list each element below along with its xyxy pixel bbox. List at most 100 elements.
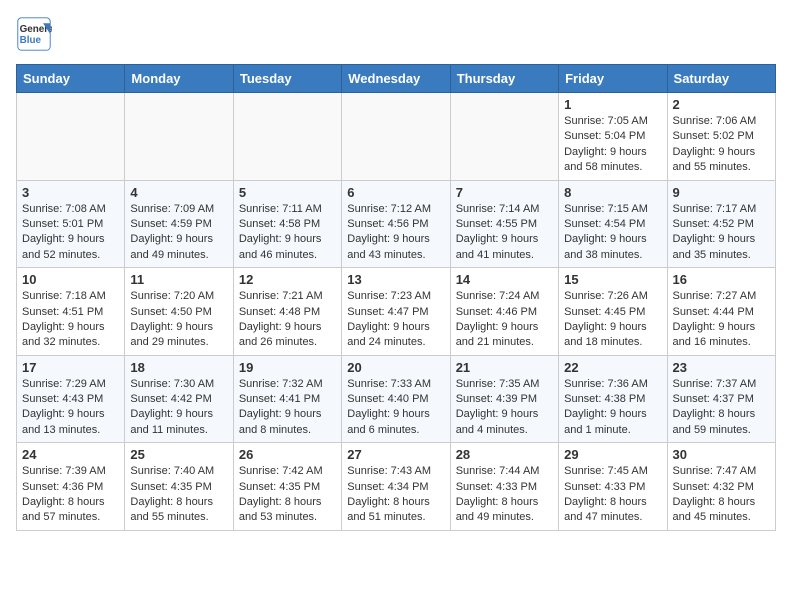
day-info: Sunrise: 7:43 AM Sunset: 4:34 PM Dayligh… [347,464,444,526]
calendar-cell: 11Sunrise: 7:20 AM Sunset: 4:50 PM Dayli… [125,268,233,356]
calendar-cell: 3 Sunrise: 7:08 AM Sunset: 5:01 PM Daylig… [17,180,125,268]
day-info: Sunrise: 7:26 AM Sunset: 4:45 PM Dayligh… [564,289,661,351]
day-number: 24 [22,447,119,462]
calendar-cell: 2Sunrise: 7:06 AM Sunset: 5:02 PM Daylig… [667,93,775,181]
week-row-1: 1 Sunrise: 7:05 AM Sunset: 5:04 PM Daylig… [17,93,776,181]
day-number: 18 [130,360,227,375]
week-row-3: 10 Sunrise: 7:18 AM Sunset: 4:51 PM Dayli… [17,268,776,356]
calendar-cell: 29 Sunrise: 7:45 AM Sunset: 4:33 PM Dayli… [559,443,667,531]
calendar-cell: 18 Sunrise: 7:30 AM Sunset: 4:42 PM Dayli… [125,355,233,443]
day-info: Sunrise: 7:45 AM Sunset: 4:33 PM Dayligh… [564,464,661,526]
calendar-cell: 14 Sunrise: 7:24 AM Sunset: 4:46 PM Dayli… [450,268,558,356]
day-number: 8 [564,185,661,200]
weekday-monday: Monday [125,65,233,93]
calendar: SundayMondayTuesdayWednesdayThursdayFrid… [16,64,776,531]
day-info: Sunrise: 7:33 AM Sunset: 4:40 PM Dayligh… [347,377,444,439]
day-number: 3 [22,185,119,200]
day-info: Sunrise: 7:47 AM Sunset: 4:32 PM Dayligh… [673,464,770,526]
day-info: Sunrise: 7:05 AM Sunset: 5:04 PM Dayligh… [564,114,661,176]
day-info: Sunrise: 7:17 AM Sunset: 4:52 PM Dayligh… [673,202,770,264]
calendar-cell: 10 Sunrise: 7:18 AM Sunset: 4:51 PM Dayli… [17,268,125,356]
weekday-saturday: Saturday [667,65,775,93]
calendar-cell: 25 Sunrise: 7:40 AM Sunset: 4:35 PM Dayli… [125,443,233,531]
calendar-cell: 22 Sunrise: 7:36 AM Sunset: 4:38 PM Dayli… [559,355,667,443]
day-number: 7 [456,185,553,200]
calendar-cell: 6Sunrise: 7:12 AM Sunset: 4:56 PM Daylig… [342,180,450,268]
day-number: 11 [130,272,227,287]
day-info: Sunrise: 7:15 AM Sunset: 4:54 PM Dayligh… [564,202,661,264]
day-info: Sunrise: 7:14 AM Sunset: 4:55 PM Dayligh… [456,202,553,264]
calendar-cell: 17Sunrise: 7:29 AM Sunset: 4:43 PM Dayli… [17,355,125,443]
calendar-cell: 27 Sunrise: 7:43 AM Sunset: 4:34 PM Dayli… [342,443,450,531]
calendar-cell: 20 Sunrise: 7:33 AM Sunset: 4:40 PM Dayli… [342,355,450,443]
weekday-header-row: SundayMondayTuesdayWednesdayThursdayFrid… [17,65,776,93]
day-number: 26 [239,447,336,462]
calendar-cell: 5 Sunrise: 7:11 AM Sunset: 4:58 PM Daylig… [233,180,341,268]
calendar-cell: 21 Sunrise: 7:35 AM Sunset: 4:39 PM Dayli… [450,355,558,443]
day-info: Sunrise: 7:24 AM Sunset: 4:46 PM Dayligh… [456,289,553,351]
calendar-cell: 7 Sunrise: 7:14 AM Sunset: 4:55 PM Daylig… [450,180,558,268]
day-number: 6 [347,185,444,200]
calendar-cell: 13 Sunrise: 7:23 AM Sunset: 4:47 PM Dayli… [342,268,450,356]
calendar-cell: 4 Sunrise: 7:09 AM Sunset: 4:59 PM Daylig… [125,180,233,268]
calendar-cell [17,93,125,181]
day-info: Sunrise: 7:36 AM Sunset: 4:38 PM Dayligh… [564,377,661,439]
day-number: 21 [456,360,553,375]
day-number: 5 [239,185,336,200]
day-number: 29 [564,447,661,462]
calendar-cell [450,93,558,181]
day-number: 10 [22,272,119,287]
day-number: 14 [456,272,553,287]
day-number: 30 [673,447,770,462]
day-info: Sunrise: 7:27 AM Sunset: 4:44 PM Dayligh… [673,289,770,351]
calendar-cell [342,93,450,181]
day-number: 22 [564,360,661,375]
calendar-cell: 30 Sunrise: 7:47 AM Sunset: 4:32 PM Dayli… [667,443,775,531]
day-info: Sunrise: 7:30 AM Sunset: 4:42 PM Dayligh… [130,377,227,439]
calendar-cell: 12 Sunrise: 7:21 AM Sunset: 4:48 PM Dayli… [233,268,341,356]
week-row-2: 3 Sunrise: 7:08 AM Sunset: 5:01 PM Daylig… [17,180,776,268]
weekday-tuesday: Tuesday [233,65,341,93]
weekday-friday: Friday [559,65,667,93]
week-row-4: 17Sunrise: 7:29 AM Sunset: 4:43 PM Dayli… [17,355,776,443]
weekday-thursday: Thursday [450,65,558,93]
day-info: Sunrise: 7:11 AM Sunset: 4:58 PM Dayligh… [239,202,336,264]
day-number: 12 [239,272,336,287]
day-info: Sunrise: 7:40 AM Sunset: 4:35 PM Dayligh… [130,464,227,526]
day-info: Sunrise: 7:39 AM Sunset: 4:36 PM Dayligh… [22,464,119,526]
calendar-cell: 8 Sunrise: 7:15 AM Sunset: 4:54 PM Daylig… [559,180,667,268]
calendar-cell: 16Sunrise: 7:27 AM Sunset: 4:44 PM Dayli… [667,268,775,356]
day-number: 20 [347,360,444,375]
day-info: Sunrise: 7:08 AM Sunset: 5:01 PM Dayligh… [22,202,119,264]
day-number: 13 [347,272,444,287]
calendar-cell: 26 Sunrise: 7:42 AM Sunset: 4:35 PM Dayli… [233,443,341,531]
svg-text:Blue: Blue [20,35,42,46]
weekday-wednesday: Wednesday [342,65,450,93]
calendar-cell: 24 Sunrise: 7:39 AM Sunset: 4:36 PM Dayli… [17,443,125,531]
day-number: 28 [456,447,553,462]
day-info: Sunrise: 7:18 AM Sunset: 4:51 PM Dayligh… [22,289,119,351]
day-info: Sunrise: 7:29 AM Sunset: 4:43 PM Dayligh… [22,377,119,439]
calendar-cell [125,93,233,181]
week-row-5: 24 Sunrise: 7:39 AM Sunset: 4:36 PM Dayli… [17,443,776,531]
calendar-cell [233,93,341,181]
day-number: 9 [673,185,770,200]
day-number: 1 [564,97,661,112]
day-number: 4 [130,185,227,200]
day-info: Sunrise: 7:09 AM Sunset: 4:59 PM Dayligh… [130,202,227,264]
day-info: Sunrise: 7:35 AM Sunset: 4:39 PM Dayligh… [456,377,553,439]
calendar-cell: 23 Sunrise: 7:37 AM Sunset: 4:37 PM Dayli… [667,355,775,443]
calendar-cell: 15Sunrise: 7:26 AM Sunset: 4:45 PM Dayli… [559,268,667,356]
day-info: Sunrise: 7:37 AM Sunset: 4:37 PM Dayligh… [673,377,770,439]
day-number: 27 [347,447,444,462]
calendar-cell: 9 Sunrise: 7:17 AM Sunset: 4:52 PM Daylig… [667,180,775,268]
day-info: Sunrise: 7:21 AM Sunset: 4:48 PM Dayligh… [239,289,336,351]
day-info: Sunrise: 7:42 AM Sunset: 4:35 PM Dayligh… [239,464,336,526]
day-number: 2 [673,97,770,112]
page-header: General Blue [16,16,776,52]
day-info: Sunrise: 7:23 AM Sunset: 4:47 PM Dayligh… [347,289,444,351]
day-info: Sunrise: 7:44 AM Sunset: 4:33 PM Dayligh… [456,464,553,526]
day-number: 19 [239,360,336,375]
day-number: 25 [130,447,227,462]
day-number: 23 [673,360,770,375]
